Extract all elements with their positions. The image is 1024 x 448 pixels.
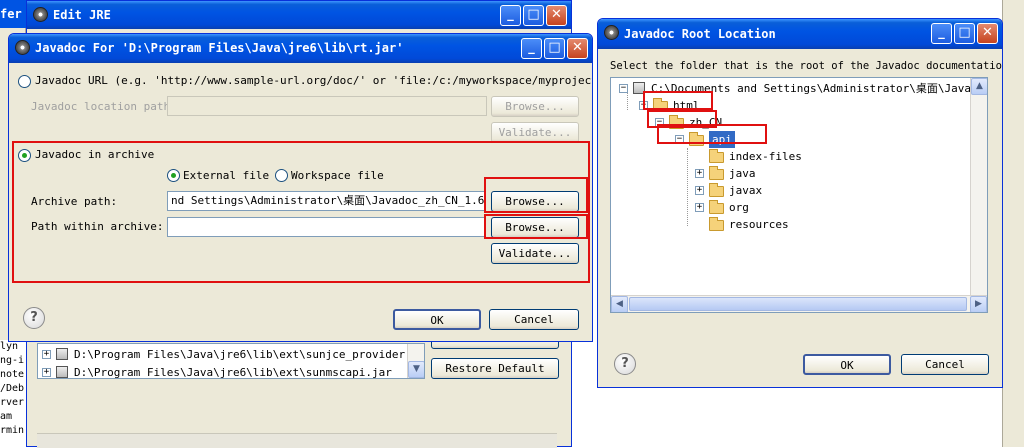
tree-node-label: org [729,201,749,214]
folder-icon [709,166,724,180]
cancel-button[interactable]: Cancel [489,309,579,330]
close-button[interactable]: ✕ [977,23,998,44]
location-browse-button[interactable]: Browse... [491,96,579,117]
maximize-button[interactable]: □ [544,38,565,59]
collapse-icon[interactable]: − [619,84,628,93]
folder-icon [709,200,724,214]
expand-icon[interactable]: + [42,368,51,377]
close-button[interactable]: ✕ [567,38,588,59]
maximize-button[interactable]: □ [954,23,975,44]
list-item: am [0,411,13,422]
expand-icon[interactable]: + [695,186,704,195]
javadoc-url-label: Javadoc URL (e.g. 'http://www.sample-url… [35,74,593,87]
jar-path: D:\Program Files\Java\jre6\lib\ext\sunjc… [74,348,425,361]
ok-button[interactable]: OK [803,354,891,375]
javadoc-dialog: Javadoc For 'D:\Program Files\Java\jre6\… [8,33,593,342]
jre-library-list[interactable]: + D:\Program Files\Java\jre6\lib\ext\sun… [37,343,425,379]
jar-file-icon [56,348,68,360]
scroll-right-icon[interactable]: ▶ [970,296,987,312]
ok-button[interactable]: OK [393,309,481,330]
cancel-button[interactable]: Cancel [901,354,989,375]
background-editor-pane [646,392,1002,447]
tree-node-label: javax [729,184,763,197]
root-location-dialog: Javadoc Root Location _ □ ✕ Select the f… [597,18,1003,388]
minimize-button[interactable]: _ [931,23,952,44]
location-path-field[interactable] [167,96,487,116]
browse-highlight [484,214,588,239]
tree-node-label: java [729,167,756,180]
help-icon[interactable]: ? [23,307,45,329]
instruction-text: Select the folder that is the root of th… [610,60,1003,72]
list-item: lyn [0,341,19,352]
folder-icon [709,149,724,163]
root-location-titlebar[interactable]: Javadoc Root Location _ □ ✕ [598,19,1002,49]
help-icon[interactable]: ? [614,353,636,375]
browse-highlight [484,177,588,213]
scroll-left-icon[interactable]: ◀ [611,296,628,312]
list-item: note [0,369,25,380]
jar-path: D:\Program Files\Java\jre6\lib\ext\sunms… [74,366,392,379]
jar-list-scrollbar[interactable]: ▼ [407,344,424,378]
location-validate-button[interactable]: Validate... [491,122,579,143]
javadoc-dialog-title: Javadoc For 'D:\Program Files\Java\jre6\… [35,41,404,55]
eclipse-gear-icon [33,7,48,22]
background-editor [1002,0,1024,447]
api-highlight [657,124,767,144]
list-item: /Deb [0,383,25,394]
background-left-list: lyn ng-i note /Deb rver am rmin [0,340,26,447]
tree-connector [627,92,628,110]
root-location-title: Javadoc Root Location [624,27,776,41]
scroll-down-icon[interactable]: ▼ [408,361,424,378]
folder-icon [709,183,724,197]
eclipse-gear-icon [15,40,30,55]
scroll-thumb[interactable] [629,297,967,311]
edit-jre-title: Edit JRE [53,8,111,22]
list-item: ng-i [0,355,25,366]
jar-file-icon [56,366,68,378]
expand-icon[interactable]: + [695,203,704,212]
restore-default-button[interactable]: Restore Default [431,358,559,379]
list-item: rmin [0,425,25,436]
minimize-button[interactable]: _ [500,5,521,26]
javadoc-url-radio[interactable] [18,75,31,88]
bottom-scrollbar[interactable] [37,433,557,448]
expand-icon[interactable]: + [42,350,51,359]
tree-vertical-scrollbar[interactable]: ▲ [970,78,987,295]
list-item: rver [0,397,25,408]
location-path-label: Javadoc location path: [31,100,177,113]
tree-horizontal-scrollbar[interactable]: ◀ ▶ [611,295,987,312]
close-button[interactable]: ✕ [546,5,567,26]
eclipse-gear-icon [604,25,619,40]
folder-icon [709,217,724,231]
minimize-button[interactable]: _ [521,38,542,59]
html-highlight [643,91,713,110]
tree-connector [687,148,688,226]
javadoc-dialog-titlebar[interactable]: Javadoc For 'D:\Program Files\Java\jre6\… [9,34,592,63]
tree-node-label: resources [729,218,789,231]
edit-jre-titlebar[interactable]: Edit JRE _ □ ✕ [27,1,571,29]
tree-node-label: index-files [729,150,802,163]
background-title-fragment: fer [0,0,26,28]
maximize-button[interactable]: □ [523,5,544,26]
expand-icon[interactable]: + [695,169,704,178]
scroll-up-icon[interactable]: ▲ [971,78,987,95]
